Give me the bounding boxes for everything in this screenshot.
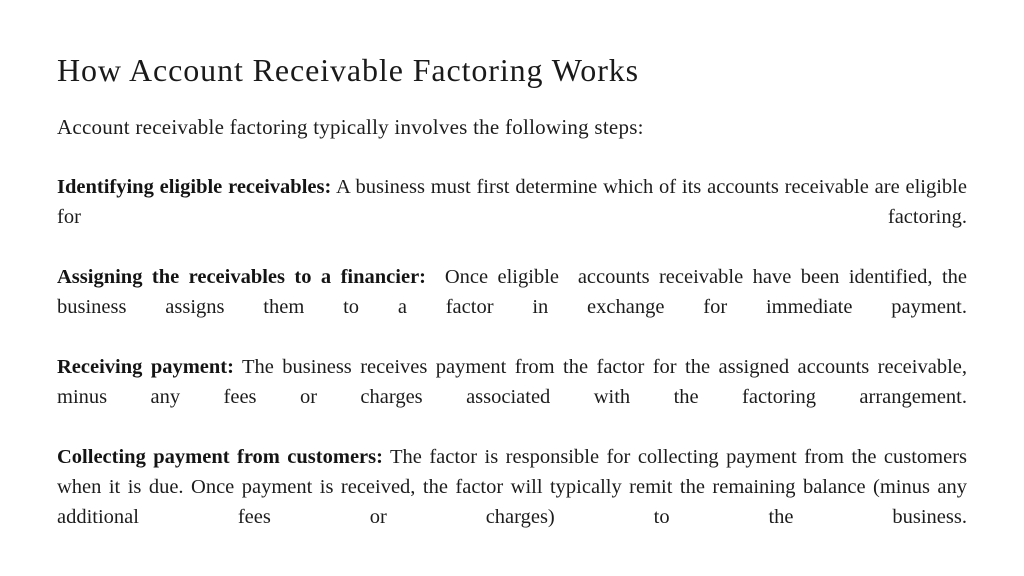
intro-paragraph: Account receivable factoring typically i… [57, 115, 644, 139]
page-title: How Account Receivable Factoring Works [57, 52, 640, 88]
step-term: Identifying eligible receivables: [57, 176, 332, 198]
step-item: Receiving payment: The business receives… [57, 352, 967, 442]
step-term: Collecting payment from customers: [57, 446, 383, 468]
step-item: Identifying eligible receivables: A busi… [57, 172, 967, 262]
step-term: Assigning the receivables to a financier… [57, 266, 426, 288]
steps-list: Identifying eligible receivables: A busi… [57, 172, 967, 562]
slide-content: How Account Receivable Factoring Works A… [57, 50, 967, 562]
step-item: Collecting payment from customers: The f… [57, 442, 967, 562]
step-item: Assigning the receivables to a financier… [57, 262, 967, 352]
slide-canvas: How Account Receivable Factoring Works A… [0, 0, 1024, 576]
step-term: Receiving payment: [57, 356, 234, 378]
